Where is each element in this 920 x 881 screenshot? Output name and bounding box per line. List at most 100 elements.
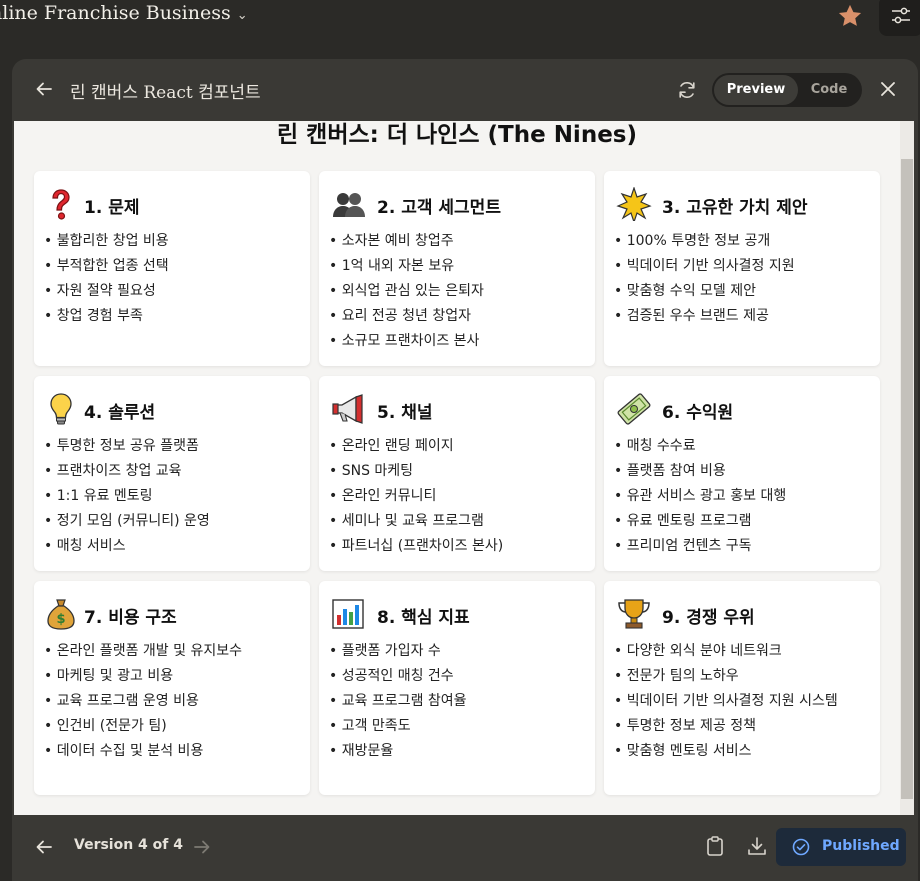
project-title-dropdown[interactable]: nline Franchise Business ⌄ bbox=[0, 2, 248, 24]
list-item: 매칭 수수료 bbox=[614, 436, 872, 456]
list-item: 전문가 팀의 노하우 bbox=[614, 666, 872, 686]
preview-tab[interactable]: Preview bbox=[714, 75, 798, 105]
published-label: Published bbox=[822, 838, 900, 854]
list-item: 교육 프로그램 참여율 bbox=[329, 691, 587, 711]
question-mark-icon bbox=[52, 189, 70, 220]
panel-header: 린 캔버스 React 컴포넌트 Preview Code bbox=[12, 59, 918, 121]
sliders-icon bbox=[892, 7, 910, 24]
close-icon[interactable] bbox=[878, 79, 898, 99]
chevron-down-icon: ⌄ bbox=[236, 8, 248, 23]
list-item: 검증된 우수 브랜드 제공 bbox=[614, 306, 872, 326]
card-list: 투명한 정보 공유 플랫폼 프랜차이즈 창업 교육 1:1 유료 멘토링 정기 … bbox=[44, 436, 302, 561]
back-arrow-icon[interactable] bbox=[34, 79, 54, 99]
star-icon bbox=[838, 4, 862, 26]
list-item: 맞춤형 수익 모델 제안 bbox=[614, 281, 872, 301]
list-item: 빅데이터 기반 의사결정 지원 bbox=[614, 256, 872, 276]
card-list: 온라인 플랫폼 개발 및 유지보수 마케팅 및 광고 비용 교육 프로그램 운영… bbox=[44, 641, 302, 766]
scrollbar-track[interactable] bbox=[900, 121, 914, 815]
settings-button[interactable] bbox=[879, 0, 920, 36]
trophy-icon bbox=[618, 599, 650, 629]
card-title: 4. 솔루션 bbox=[84, 403, 156, 423]
list-item: 프랜차이즈 창업 교육 bbox=[44, 461, 302, 481]
list-item: 세미나 및 교육 프로그램 bbox=[329, 511, 587, 531]
card-list: 매칭 수수료 플랫폼 참여 비용 유관 서비스 광고 홍보 대행 유료 멘토링 … bbox=[614, 436, 872, 561]
refresh-icon[interactable] bbox=[676, 79, 698, 101]
list-item: 100% 투명한 정보 공개 bbox=[614, 231, 872, 251]
list-item: 인건비 (전문가 팀) bbox=[44, 716, 302, 736]
card-cost-structure: $ 7. 비용 구조 온라인 플랫폼 개발 및 유지보수 마케팅 및 광고 비용… bbox=[34, 581, 310, 795]
published-button[interactable]: Published bbox=[776, 828, 906, 866]
card-list: 플랫폼 가입자 수 성공적인 매칭 건수 교육 프로그램 참여율 고객 만족도 … bbox=[329, 641, 587, 766]
list-item: 1억 내외 자본 보유 bbox=[329, 256, 587, 276]
preview-code-toggle: Preview Code bbox=[712, 73, 862, 107]
star-button[interactable] bbox=[836, 2, 864, 30]
list-item: 플랫폼 참여 비용 bbox=[614, 461, 872, 481]
list-item: 창업 경험 부족 bbox=[44, 306, 302, 326]
card-title: 9. 경쟁 우위 bbox=[662, 608, 755, 628]
list-item: 불합리한 창업 비용 bbox=[44, 231, 302, 251]
svg-text:$: $ bbox=[56, 612, 65, 627]
card-title: 5. 채널 bbox=[377, 403, 433, 423]
list-item: 성공적인 매칭 건수 bbox=[329, 666, 587, 686]
card-value-proposition: 3. 고유한 가치 제안 100% 투명한 정보 공개 빅데이터 기반 의사결정… bbox=[604, 171, 880, 366]
code-tab[interactable]: Code bbox=[800, 75, 858, 105]
card-key-metrics: 8. 핵심 지표 플랫폼 가입자 수 성공적인 매칭 건수 교육 프로그램 참여… bbox=[319, 581, 595, 795]
card-title: 2. 고객 세그먼트 bbox=[377, 198, 501, 218]
list-item: 정기 모임 (커뮤니티) 운영 bbox=[44, 511, 302, 531]
card-list: 불합리한 창업 비용 부적합한 업종 선택 자원 절약 필요성 창업 경험 부족 bbox=[44, 231, 302, 331]
list-item: 자원 절약 필요성 bbox=[44, 281, 302, 301]
previous-version-icon[interactable] bbox=[34, 837, 54, 857]
megaphone-icon bbox=[332, 394, 363, 424]
card-customer-segments: 2. 고객 세그먼트 소자본 예비 창업주 1억 내외 자본 보유 외식업 관심… bbox=[319, 171, 595, 366]
card-unfair-advantage: 9. 경쟁 우위 다양한 외식 분야 네트워크 전문가 팀의 노하우 빅데이터 … bbox=[604, 581, 880, 795]
list-item: 맞춤형 멘토링 서비스 bbox=[614, 741, 872, 761]
card-problem: 1. 문제 불합리한 창업 비용 부적합한 업종 선택 자원 절약 필요성 창업… bbox=[34, 171, 310, 366]
list-item: 재방문율 bbox=[329, 741, 587, 761]
list-item: 교육 프로그램 운영 비용 bbox=[44, 691, 302, 711]
list-item: 투명한 정보 제공 정책 bbox=[614, 716, 872, 736]
card-title: 7. 비용 구조 bbox=[84, 608, 177, 628]
list-item: 요리 전공 청년 창업자 bbox=[329, 306, 587, 326]
card-title: 1. 문제 bbox=[84, 198, 140, 218]
list-item: 소규모 프랜차이즈 본사 bbox=[329, 331, 587, 351]
card-list: 다양한 외식 분야 네트워크 전문가 팀의 노하우 빅데이터 기반 의사결정 지… bbox=[614, 641, 872, 766]
artifact-panel: 린 캔버스 React 컴포넌트 Preview Code 린 캔버스: 더 나… bbox=[12, 59, 918, 881]
card-revenue-streams: 6. 수익원 매칭 수수료 플랫폼 참여 비용 유관 서비스 광고 홍보 대행 … bbox=[604, 376, 880, 571]
list-item: 빅데이터 기반 의사결정 지원 시스템 bbox=[614, 691, 872, 711]
project-title: nline Franchise Business bbox=[0, 2, 231, 24]
top-bar: nline Franchise Business ⌄ bbox=[0, 0, 920, 36]
list-item: 부적합한 업종 선택 bbox=[44, 256, 302, 276]
list-item: 고객 만족도 bbox=[329, 716, 587, 736]
card-list: 100% 투명한 정보 공개 빅데이터 기반 의사결정 지원 맞춤형 수익 모델… bbox=[614, 231, 872, 331]
list-item: 매칭 서비스 bbox=[44, 536, 302, 556]
next-version-icon[interactable] bbox=[192, 837, 212, 857]
bar-chart-icon bbox=[332, 599, 364, 629]
card-list: 소자본 예비 창업주 1억 내외 자본 보유 외식업 관심 있는 은퇴자 요리 … bbox=[329, 231, 587, 356]
card-channels: 5. 채널 온라인 랜딩 페이지 SNS 마케팅 온라인 커뮤니티 세미나 및 … bbox=[319, 376, 595, 571]
people-icon bbox=[333, 193, 365, 217]
list-item: 플랫폼 가입자 수 bbox=[329, 641, 587, 661]
list-item: 다양한 외식 분야 네트워크 bbox=[614, 641, 872, 661]
list-item: 온라인 커뮤니티 bbox=[329, 486, 587, 506]
scrollbar-thumb[interactable] bbox=[901, 159, 913, 799]
panel-footer: Version 4 of 4 Published bbox=[12, 815, 918, 881]
download-icon[interactable] bbox=[746, 835, 768, 857]
list-item: 마케팅 및 광고 비용 bbox=[44, 666, 302, 686]
list-item: 온라인 플랫폼 개발 및 유지보수 bbox=[44, 641, 302, 661]
preview-content[interactable]: 린 캔버스: 더 나인스 (The Nines) 1. 문제 불합리한 창업 비… bbox=[14, 121, 914, 815]
card-list: 온라인 랜딩 페이지 SNS 마케팅 온라인 커뮤니티 세미나 및 교육 프로그… bbox=[329, 436, 587, 561]
check-circle-icon bbox=[792, 838, 810, 856]
list-item: 유료 멘토링 프로그램 bbox=[614, 511, 872, 531]
canvas-title: 린 캔버스: 더 나인스 (The Nines) bbox=[277, 122, 637, 148]
card-solution: 4. 솔루션 투명한 정보 공유 플랫폼 프랜차이즈 창업 교육 1:1 유료 … bbox=[34, 376, 310, 571]
card-title: 3. 고유한 가치 제안 bbox=[662, 198, 808, 218]
list-item: 유관 서비스 광고 홍보 대행 bbox=[614, 486, 872, 506]
money-bag-icon: $ bbox=[47, 599, 75, 630]
list-item: 1:1 유료 멘토링 bbox=[44, 486, 302, 506]
artifact-title: 린 캔버스 React 컴포넌트 bbox=[70, 83, 261, 103]
list-item: 외식업 관심 있는 은퇴자 bbox=[329, 281, 587, 301]
list-item: 프리미엄 컨텐츠 구독 bbox=[614, 536, 872, 556]
star-burst-icon bbox=[616, 187, 652, 221]
clipboard-icon[interactable] bbox=[704, 835, 726, 857]
version-label: Version 4 of 4 bbox=[74, 837, 183, 853]
